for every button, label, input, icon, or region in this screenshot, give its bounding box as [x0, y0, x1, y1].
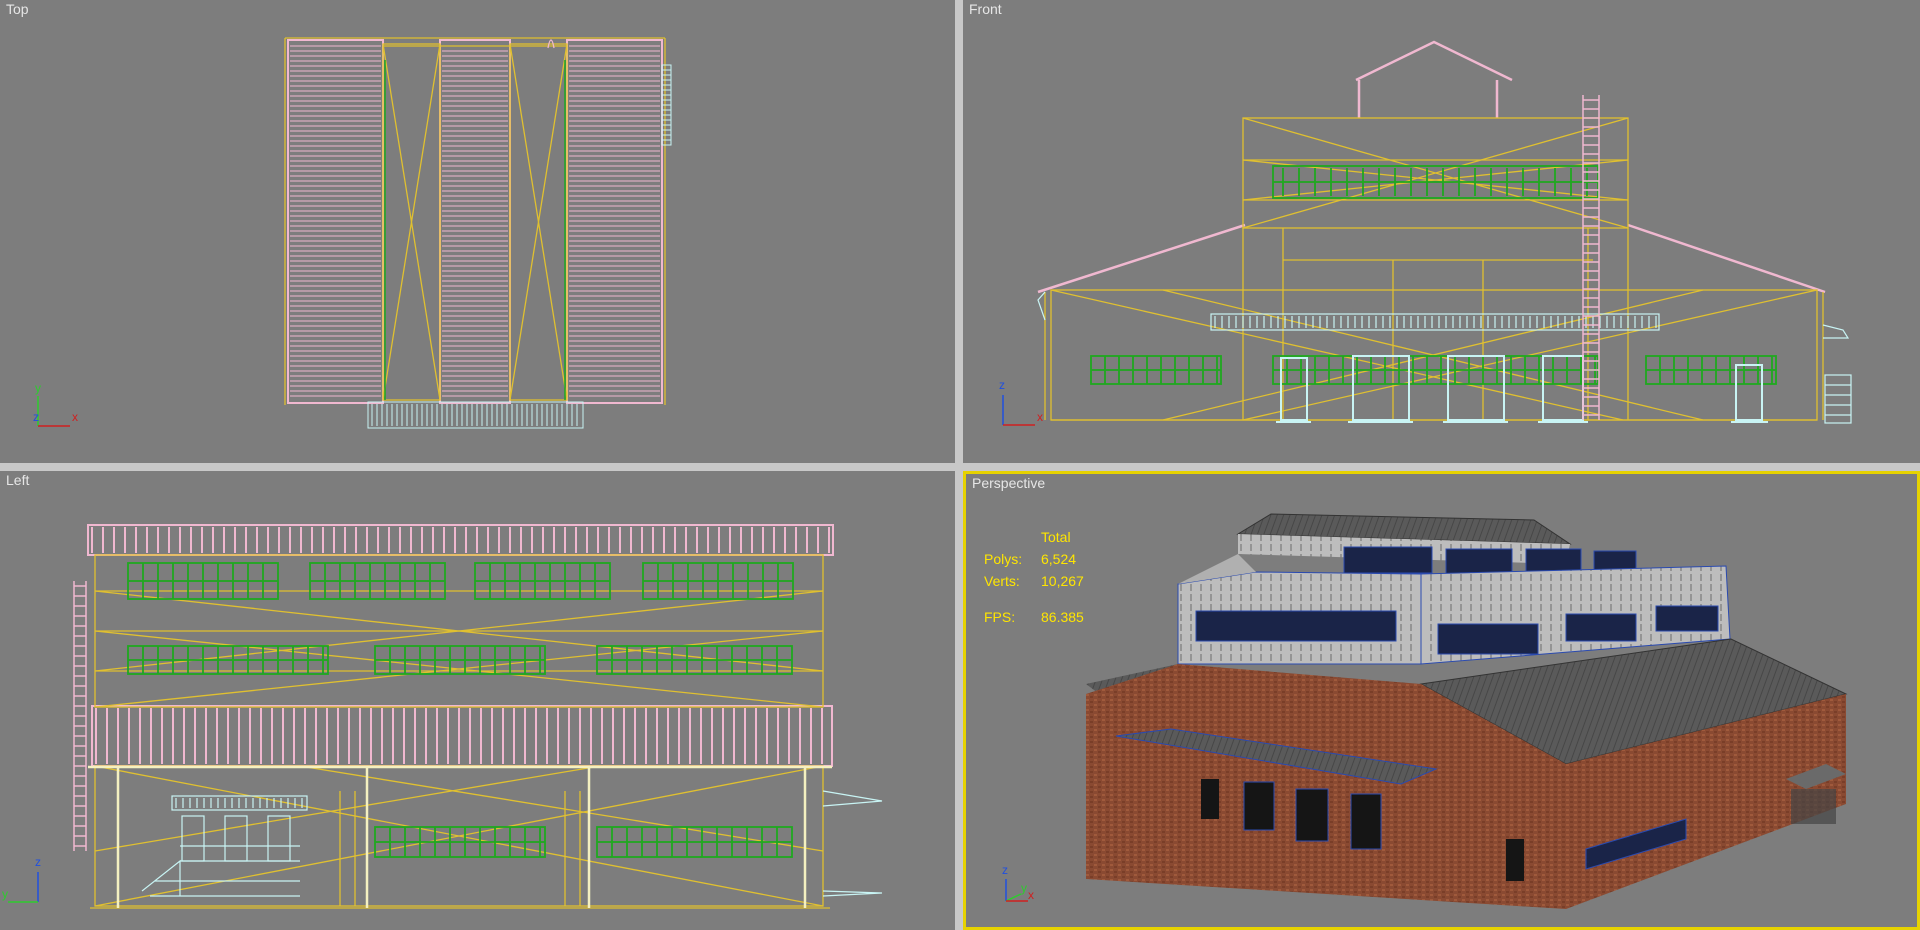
axis-gizmo-left: z y [2, 855, 41, 903]
axis-label-z: z [999, 378, 1005, 392]
axis-gizmo-top: y x z [33, 381, 78, 427]
viewport-perspective[interactable]: Perspective Total Polys: 6,524 Verts: 10… [963, 471, 1920, 930]
axis-gizmo-perspective: z y x [1002, 863, 1034, 902]
stats-overlay: Total Polys: 6,524 Verts: 10,267 FPS: 86… [984, 526, 1084, 628]
viewport-label-front[interactable]: Front [969, 1, 1002, 17]
building-render [1086, 513, 1848, 909]
viewport-label-perspective[interactable]: Perspective [972, 475, 1045, 491]
front-wireframe: z x [999, 40, 1852, 426]
stats-polys-label: Polys: [984, 551, 1023, 567]
axis-label-x: x [1037, 410, 1043, 424]
stats-fps-label: FPS: [984, 609, 1016, 625]
stats-header: Total [1041, 529, 1071, 545]
left-wireframe: z y [2, 524, 883, 909]
viewport-label-left[interactable]: Left [6, 472, 29, 488]
axis-label-y: y [35, 381, 41, 395]
left-ladder [73, 581, 87, 851]
axis-label-z: z [35, 855, 41, 869]
front-roof [1037, 40, 1826, 294]
axis-label-y: y [2, 887, 8, 901]
viewport-left[interactable]: Left z y [0, 471, 955, 930]
axis-label-x: x [1028, 888, 1034, 902]
front-windows-lower [1090, 355, 1777, 385]
stats-verts-value: 10,267 [1041, 573, 1084, 589]
stats-fps-value: 86.385 [1041, 609, 1084, 625]
stats-polys-value: 6,524 [1041, 551, 1077, 567]
stats-fps-row: FPS: 86.385 [984, 606, 1084, 628]
front-windows-upper [1272, 165, 1599, 199]
left-stairs [141, 790, 883, 897]
top-roof-middle [439, 39, 511, 404]
top-wireframe: y x z [33, 37, 672, 429]
stats-verts-label: Verts: [984, 573, 1020, 589]
axis-label-x: x [72, 410, 78, 424]
perspective-render: z y x [1002, 513, 1848, 909]
viewport-front[interactable]: Front z x [963, 0, 1920, 463]
axis-label-z: z [1002, 863, 1008, 877]
top-roof-left [287, 39, 384, 404]
viewport-top[interactable]: Top y x z [0, 0, 955, 463]
top-roof-right [566, 39, 663, 404]
stats-verts-row: Verts: 10,267 [984, 570, 1084, 592]
front-doors [1276, 355, 1768, 423]
viewport-label-top[interactable]: Top [6, 1, 29, 17]
axis-gizmo-front: z x [999, 378, 1043, 426]
front-ladder [1582, 95, 1600, 420]
axis-label-z: z [33, 410, 39, 424]
axis-label-y: y [1021, 881, 1027, 895]
stats-polys-row: Polys: 6,524 [984, 548, 1084, 570]
